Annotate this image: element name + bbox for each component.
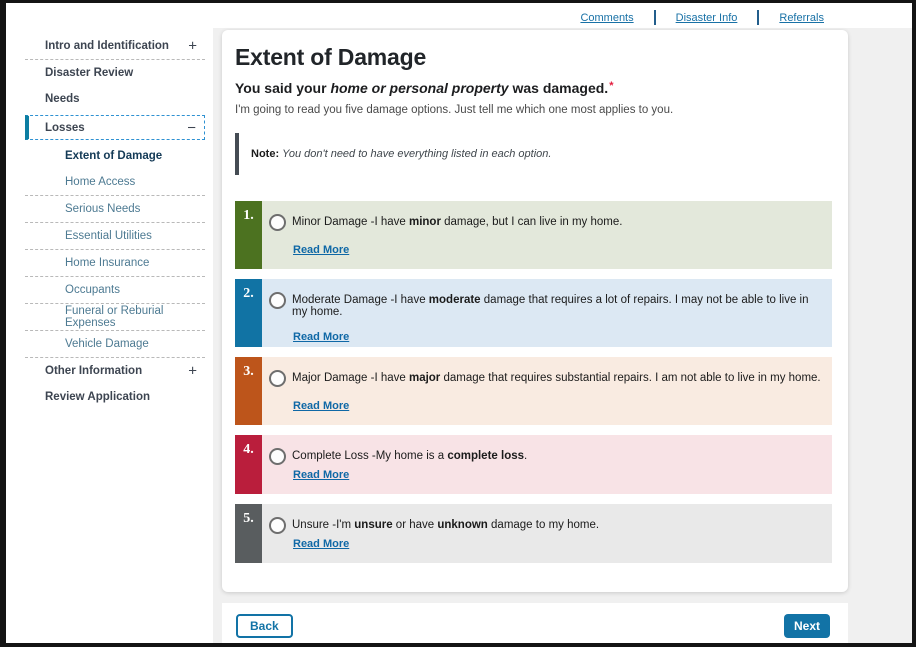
option-radio-button[interactable] <box>269 214 286 231</box>
read-more-link[interactable]: Read More <box>293 469 349 481</box>
option-number-badge: 4. <box>235 435 262 494</box>
nav-link-comments[interactable]: Comments <box>580 12 633 24</box>
expand-icon[interactable]: + <box>188 39 197 54</box>
option-number: 3. <box>243 364 254 379</box>
option-text: Major Damage -I have major damage that r… <box>292 370 821 384</box>
option-content: Major Damage -I have major damage that r… <box>262 357 832 425</box>
subtitle-italic: home or personal property <box>330 80 508 96</box>
sidebar-item-label: Losses <box>45 122 85 134</box>
option-number: 1. <box>243 208 254 223</box>
sidebar-item-home-access[interactable]: Home Access <box>25 169 205 195</box>
sidebar-item-occupants[interactable]: Occupants <box>25 277 205 303</box>
question-subtitle: You said your home or personal property … <box>235 80 832 96</box>
nav-link-disaster-info[interactable]: Disaster Info <box>676 12 738 24</box>
sidebar-item-funeral-or-reburial-expenses[interactable]: Funeral or Reburial Expenses <box>25 304 205 330</box>
note-box: Note:You don't need to have everything l… <box>235 133 832 175</box>
damage-option-3: 3. Major Damage -I have major damage that… <box>235 357 832 425</box>
sidebar-item-label: Essential Utilities <box>65 230 152 242</box>
sidebar-item-review-application[interactable]: Review Application <box>25 384 205 410</box>
sidebar-item-label: Other Information <box>45 365 142 377</box>
subtitle-suffix: was damaged. <box>509 80 609 96</box>
read-more-link[interactable]: Read More <box>293 400 349 412</box>
sidebar-item-label: Home Access <box>65 176 135 188</box>
sidebar-item-losses[interactable]: Losses − <box>25 115 205 140</box>
read-more-link[interactable]: Read More <box>293 244 349 256</box>
option-content: Unsure -I'm unsure or have unknown damag… <box>262 504 832 563</box>
footer-bar: Back Next <box>222 603 848 643</box>
required-asterisk: * <box>609 80 613 92</box>
sidebar-item-label: Disaster Review <box>45 67 133 79</box>
damage-option-4: 4. Complete Loss -My home is a complete l… <box>235 435 832 494</box>
damage-option-1: 1. Minor Damage -I have minor damage, but… <box>235 201 832 269</box>
sidebar-item-label: Needs <box>45 93 80 105</box>
sidebar-item-essential-utilities[interactable]: Essential Utilities <box>25 223 205 249</box>
content-card: Extent of Damage You said your home or p… <box>222 30 848 592</box>
option-number-badge: 5. <box>235 504 262 563</box>
sidebar-item-label: Serious Needs <box>65 203 140 215</box>
sidebar-item-label: Intro and Identification <box>45 40 169 52</box>
note-text: You don't need to have everything listed… <box>282 148 551 160</box>
sidebar-nav: Intro and Identification + Disaster Review… <box>25 33 205 410</box>
collapse-icon[interactable]: − <box>187 120 196 135</box>
option-text: Complete Loss -My home is a complete los… <box>292 448 527 462</box>
sidebar-item-serious-needs[interactable]: Serious Needs <box>25 196 205 222</box>
subtitle-prefix: You said your <box>235 80 330 96</box>
read-more-link[interactable]: Read More <box>293 538 349 550</box>
damage-options-list: 1. Minor Damage -I have minor damage, but… <box>235 201 832 563</box>
option-number-badge: 1. <box>235 201 262 269</box>
sidebar-item-label: Home Insurance <box>65 257 149 269</box>
option-radio-button[interactable] <box>269 448 286 465</box>
option-number-badge: 3. <box>235 357 262 425</box>
sidebar-item-intro-and-identification[interactable]: Intro and Identification + <box>25 33 205 59</box>
option-content: Moderate Damage -I have moderate damage … <box>262 279 832 347</box>
expand-icon[interactable]: + <box>188 364 197 379</box>
option-radio-button[interactable] <box>269 517 286 534</box>
sidebar-item-label: Funeral or Reburial Expenses <box>65 305 205 329</box>
nav-separator <box>757 10 759 25</box>
option-number-badge: 2. <box>235 279 262 347</box>
next-button[interactable]: Next <box>784 614 830 638</box>
option-number: 5. <box>243 511 254 526</box>
option-radio-button[interactable] <box>269 292 286 309</box>
option-content: Complete Loss -My home is a complete los… <box>262 435 832 494</box>
damage-option-5: 5. Unsure -I'm unsure or have unknown dam… <box>235 504 832 563</box>
option-choice-line: Moderate Damage -I have moderate damage … <box>269 292 822 318</box>
sidebar-item-label: Vehicle Damage <box>65 338 149 350</box>
option-text: Minor Damage -I have minor damage, but I… <box>292 214 622 228</box>
sidebar-item-other-information[interactable]: Other Information + <box>25 358 205 384</box>
page-title: Extent of Damage <box>235 44 832 71</box>
sidebar-item-label: Extent of Damage <box>65 150 162 162</box>
back-button[interactable]: Back <box>236 614 293 638</box>
option-number: 2. <box>243 286 254 301</box>
sidebar-item-disaster-review[interactable]: Disaster Review <box>25 60 205 86</box>
sidebar-item-label: Review Application <box>45 391 150 403</box>
sidebar-item-home-insurance[interactable]: Home Insurance <box>25 250 205 276</box>
sidebar-item-vehicle-damage[interactable]: Vehicle Damage <box>25 331 205 357</box>
note-label: Note: <box>251 148 279 160</box>
damage-option-2: 2. Moderate Damage -I have moderate damag… <box>235 279 832 347</box>
sidebar-item-extent-of-damage[interactable]: Extent of Damage <box>25 143 205 169</box>
option-content: Minor Damage -I have minor damage, but I… <box>262 201 832 269</box>
intro-text: I'm going to read you five damage option… <box>235 104 832 116</box>
top-nav: Comments Disaster Info Referrals <box>580 10 824 25</box>
option-number: 4. <box>243 442 254 457</box>
nav-link-referrals[interactable]: Referrals <box>779 12 824 24</box>
option-text: Unsure -I'm unsure or have unknown damag… <box>292 517 599 531</box>
option-text: Moderate Damage -I have moderate damage … <box>292 292 822 318</box>
option-radio-button[interactable] <box>269 370 286 387</box>
option-choice-line: Minor Damage -I have minor damage, but I… <box>269 214 822 231</box>
option-choice-line: Unsure -I'm unsure or have unknown damag… <box>269 517 822 534</box>
sidebar-item-needs[interactable]: Needs <box>25 86 205 112</box>
app-window: Comments Disaster Info Referrals Intro and… <box>0 0 916 647</box>
nav-separator <box>654 10 656 25</box>
option-choice-line: Complete Loss -My home is a complete los… <box>269 448 822 465</box>
sidebar-item-label: Occupants <box>65 284 120 296</box>
read-more-link[interactable]: Read More <box>293 331 349 343</box>
option-choice-line: Major Damage -I have major damage that r… <box>269 370 822 387</box>
